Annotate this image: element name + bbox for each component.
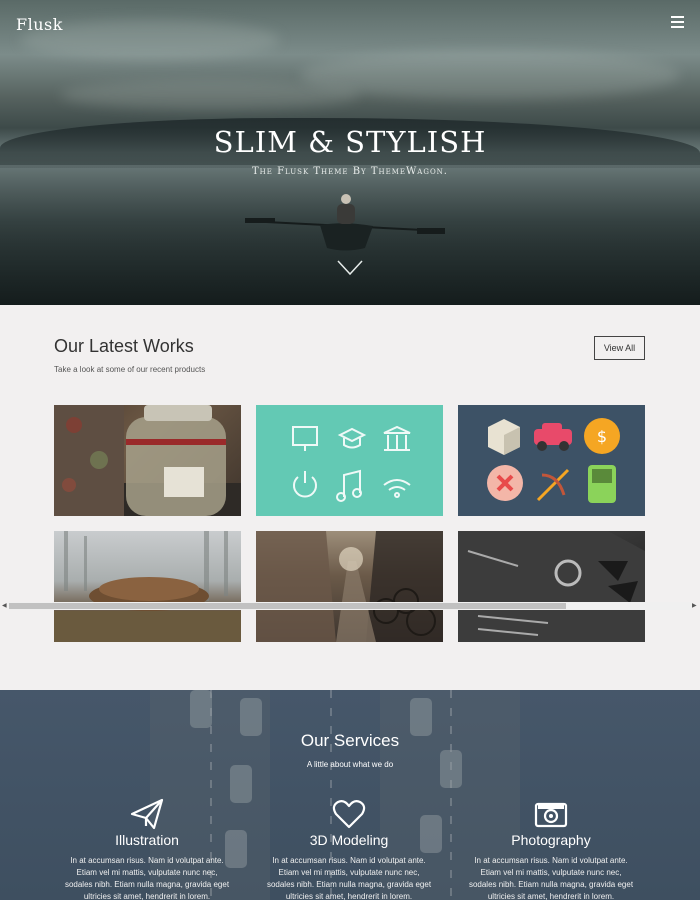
car-shape (440, 750, 462, 788)
jar-image (54, 405, 241, 516)
works-title: Our Latest Works (54, 336, 194, 356)
street-image (256, 531, 443, 642)
business-card-image (458, 531, 645, 642)
work-tile-woodpile-forest-photo[interactable] (54, 531, 241, 642)
work-tile-flat-icons-navy[interactable]: $ (458, 405, 645, 516)
services-subtitle: A little about what we do (306, 760, 394, 769)
service-illustration: Illustration In at accumsan risus. Nam i… (62, 798, 232, 900)
service-name: Photography (511, 832, 591, 848)
service-name: 3D Modeling (309, 832, 389, 848)
car-shape (190, 690, 212, 728)
work-tile-business-card-photo[interactable] (458, 531, 645, 642)
services-title: Our Services (300, 731, 400, 750)
heart-icon (332, 800, 366, 829)
work-tile-jar-photo[interactable] (54, 405, 241, 516)
view-all-button[interactable]: View All (594, 336, 645, 360)
service-description: In at accumsan risus. Nam id volutpat an… (468, 856, 634, 900)
brand-logo[interactable]: Flusk (16, 15, 63, 34)
chevron-down-icon[interactable] (337, 260, 363, 276)
hamburger-icon[interactable] (671, 16, 684, 28)
svg-text:$: $ (597, 427, 607, 446)
camera-icon (534, 802, 568, 828)
hero-section: Flusk SLIM & STYLISH The Flusk Theme By … (0, 0, 700, 305)
scroll-right-icon[interactable]: ▶ (692, 602, 697, 610)
woodpile-image (54, 531, 241, 642)
navy-icons-image: $ (487, 418, 620, 503)
rowboat-illustration (245, 194, 445, 251)
works-subtitle: Take a look at some of our recent produc… (54, 365, 206, 374)
lane-marking (450, 690, 452, 900)
service-name: Illustration (115, 832, 179, 848)
hero-subtitle: The Flusk Theme By ThemeWagon. (252, 166, 448, 177)
service-photography: Photography In at accumsan risus. Nam id… (466, 798, 636, 900)
work-tile-street-bikes-photo[interactable] (256, 531, 443, 642)
work-tile-flat-icons-teal[interactable] (256, 405, 443, 516)
service-description: In at accumsan risus. Nam id volutpat an… (64, 856, 230, 900)
service-description: In at accumsan risus. Nam id volutpat an… (266, 856, 432, 900)
scroll-left-icon[interactable]: ◀ (2, 602, 7, 610)
car-shape (230, 765, 252, 803)
horizontal-scrollbar[interactable]: ◀ ▶ (0, 601, 700, 611)
scrollbar-thumb[interactable] (9, 603, 566, 609)
paper-plane-icon (130, 798, 164, 830)
teal-icons-image (292, 425, 411, 502)
hero-cloud (60, 80, 360, 110)
hero-title: SLIM & STYLISH (213, 125, 487, 159)
service-3d-modeling: 3D Modeling In at accumsan risus. Nam id… (264, 798, 434, 900)
